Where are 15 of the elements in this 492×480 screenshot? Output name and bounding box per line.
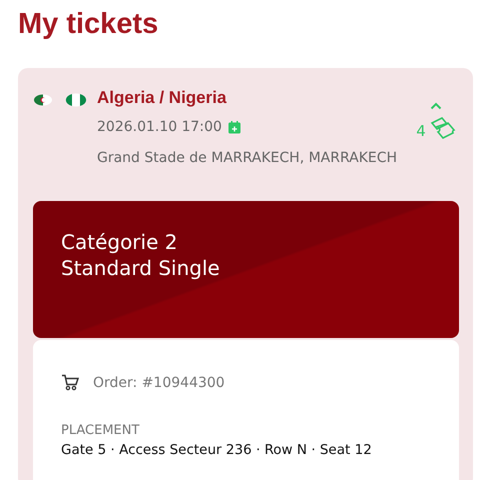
flag-icon	[65, 93, 87, 107]
page-title: My tickets	[17, 7, 160, 42]
ticket-count: 4	[416, 122, 426, 140]
cart-icon	[61, 374, 79, 391]
placement-value: Gate 5 · Access Secteur 236 · Row N · Seat 12	[61, 442, 373, 458]
order-number: Order: #10944300	[93, 374, 225, 390]
flag-icon	[33, 94, 53, 106]
chevron-up-icon[interactable]	[430, 102, 442, 110]
match-date: 2026.01.10 17:00	[97, 119, 222, 135]
venue: Grand Stade de MARRAKECH, MARRAKECH	[97, 150, 398, 166]
category-name: Catégorie 2 Standard Single	[61, 229, 221, 281]
match-title: Algeria / Nigeria	[97, 88, 228, 109]
calendar-add-icon[interactable]	[228, 120, 241, 134]
placement-label: PLACEMENT	[61, 423, 140, 438]
tickets-icon	[428, 116, 456, 140]
